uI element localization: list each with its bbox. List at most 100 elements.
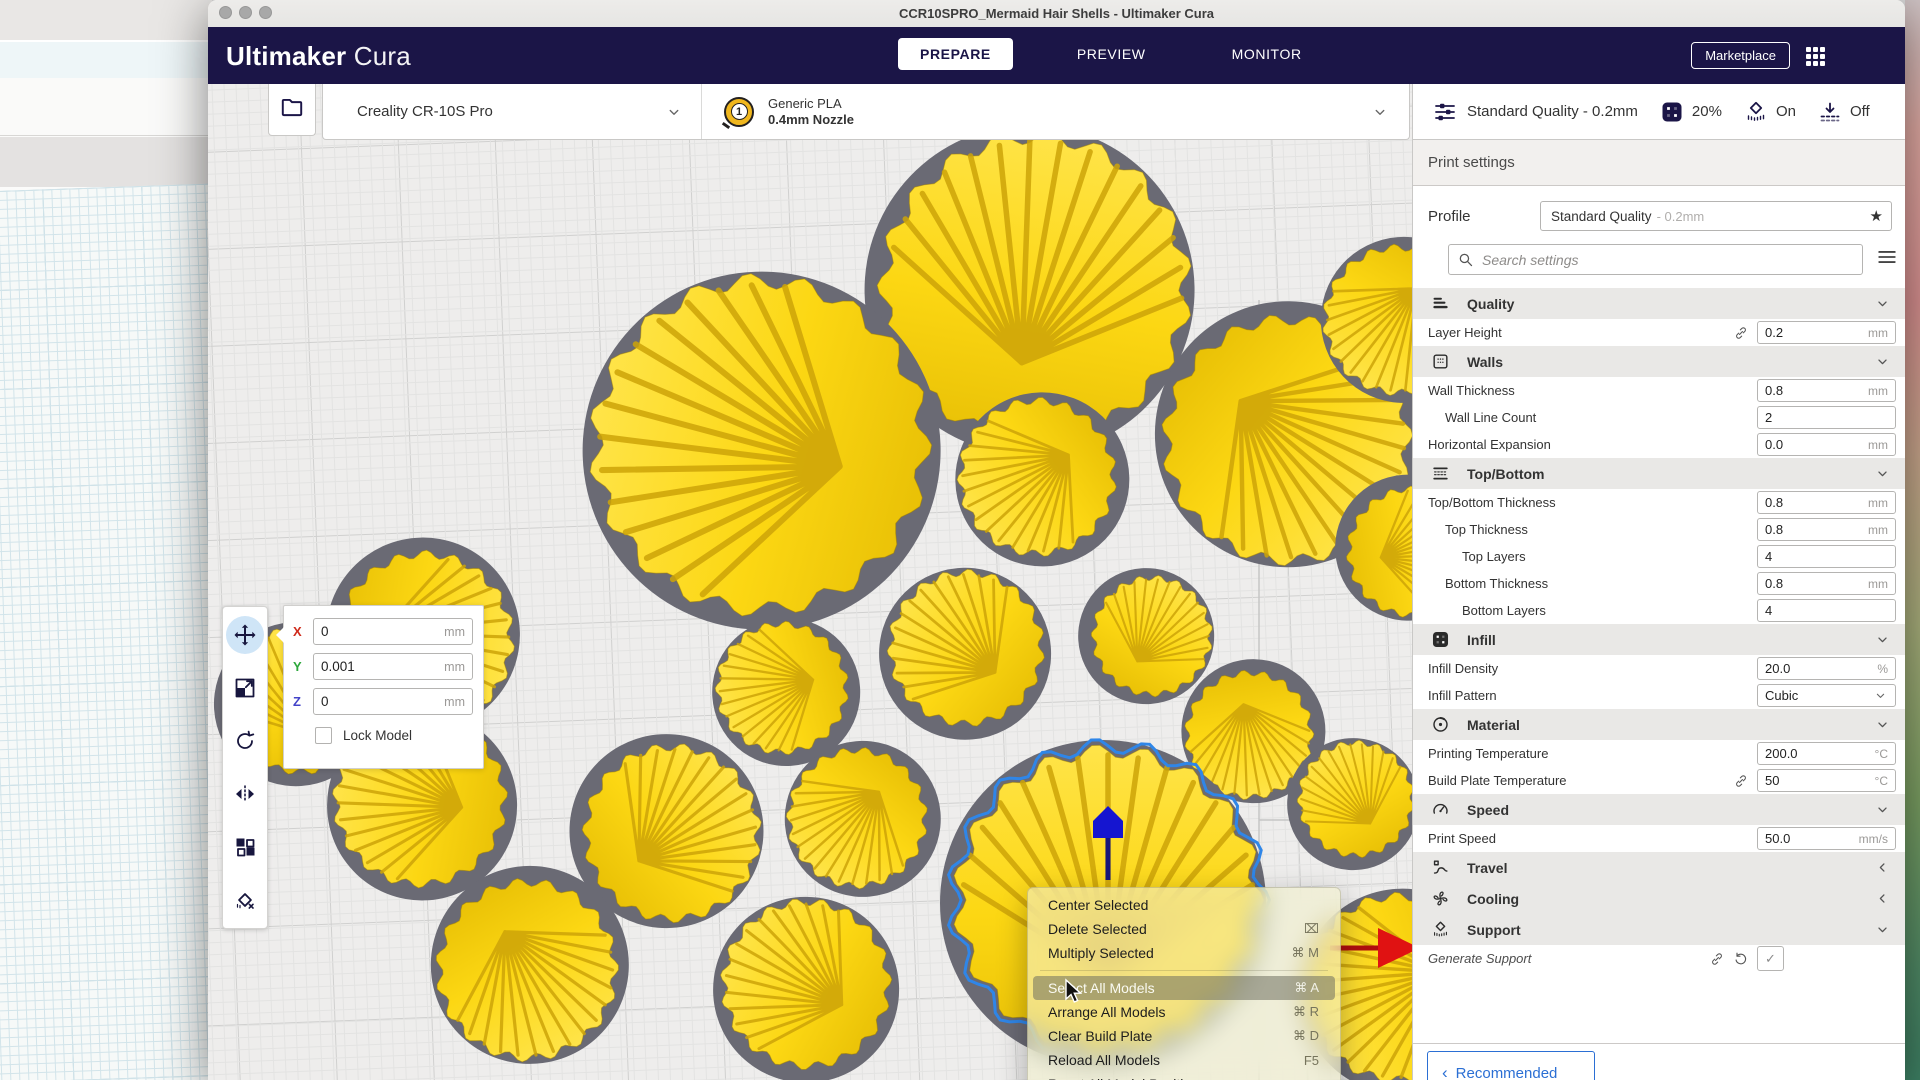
walls-icon (1431, 352, 1455, 371)
marketplace-button[interactable]: Marketplace (1691, 42, 1790, 69)
profile-suffix: - 0.2mm (1657, 209, 1870, 224)
menu-item-reset-all-model-positions[interactable]: Reset All Model Positions (1033, 1072, 1335, 1080)
scale-tool-button[interactable] (226, 669, 264, 707)
value-field[interactable]: 0.8mm (1757, 491, 1896, 514)
value-field[interactable]: 0.2mm (1757, 321, 1896, 344)
section-header-infill[interactable]: Infill (1413, 624, 1905, 655)
background-window-band2 (0, 137, 212, 187)
menu-item-center-selected[interactable]: Center Selected (1033, 893, 1335, 917)
rotate-tool-button[interactable] (226, 722, 264, 760)
tab-monitor[interactable]: MONITOR (1210, 38, 1324, 70)
section-header-travel[interactable]: Travel (1413, 852, 1905, 883)
value-field[interactable]: 2 (1757, 406, 1896, 429)
x-input-box[interactable]: mm (313, 618, 473, 645)
checkbox-checked[interactable]: ✓ (1757, 946, 1784, 971)
menu-item-reload-all-models[interactable]: Reload All ModelsF5 (1033, 1048, 1335, 1072)
y-input-box[interactable]: mm (313, 653, 473, 680)
link-icon[interactable] (1709, 951, 1725, 967)
window-titlebar[interactable]: CCR10SPRO_Mermaid Hair Shells - Ultimake… (208, 0, 1905, 27)
sliders-icon (1433, 100, 1457, 124)
adhesion-icon (1744, 100, 1768, 124)
settings-menu-icon[interactable] (1876, 246, 1898, 273)
z-input-box[interactable]: mm (313, 688, 473, 715)
star-icon[interactable]: ★ (1870, 207, 1883, 225)
y-input[interactable] (321, 659, 421, 674)
setting-row-wall-thickness: Wall Thickness0.8mm (1413, 377, 1905, 404)
open-file-button[interactable] (268, 84, 316, 136)
summary-adhesion: On (1776, 103, 1796, 120)
infill-icon (1431, 630, 1455, 649)
value-field[interactable]: 20.0% (1757, 657, 1896, 680)
x-unit: mm (444, 625, 465, 639)
value-field[interactable]: 4 (1757, 599, 1896, 622)
chevron-left-icon (1874, 859, 1891, 876)
logo-bold: Ultimaker (226, 41, 346, 71)
section-header-speed[interactable]: Speed (1413, 794, 1905, 825)
printer-selector[interactable]: Creality CR-10S Pro (323, 84, 701, 139)
setting-row-top-layers: Top Layers4 (1413, 543, 1905, 570)
y-label: Y (293, 659, 313, 674)
tab-preview[interactable]: PREVIEW (1055, 38, 1168, 70)
infill-icon (1660, 100, 1684, 124)
speed-icon (1431, 800, 1455, 819)
value-field[interactable]: 50.0mm/s (1757, 827, 1896, 850)
background-window-band (0, 78, 212, 136)
section-header-material[interactable]: Material (1413, 709, 1905, 740)
menu-item-clear-build-plate[interactable]: Clear Build Plate⌘ D (1033, 1024, 1335, 1048)
material-selector[interactable]: 1 Generic PLA 0.4mm Nozzle (701, 84, 1409, 139)
panel-footer: ‹Recommended (1413, 1043, 1905, 1080)
dropdown-infill-pattern[interactable]: Cubic (1757, 684, 1896, 707)
value-field[interactable]: 0.8mm (1757, 518, 1896, 541)
apps-grid-icon[interactable] (1803, 44, 1827, 73)
folder-icon (279, 94, 305, 125)
x-axis-row: X mm (293, 618, 473, 645)
support-icon (1431, 920, 1455, 939)
value-field[interactable]: 4 (1757, 545, 1896, 568)
print-setup-summary[interactable]: Standard Quality - 0.2mm 20% On Off (1413, 84, 1905, 140)
value-field[interactable]: 0.8mm (1757, 572, 1896, 595)
logo-light: Cura (354, 41, 411, 71)
summary-support: Off (1850, 103, 1870, 120)
x-label: X (293, 624, 313, 639)
z-axis-row: Z mm (293, 688, 473, 715)
lock-model-row: Lock Model (315, 727, 473, 744)
search-input[interactable] (1482, 252, 1854, 268)
setting-row-top-thickness: Top Thickness0.8mm (1413, 516, 1905, 543)
chevron-down-icon (665, 103, 683, 121)
section-header-walls[interactable]: Walls (1413, 346, 1905, 377)
section-header-top-bottom[interactable]: Top/Bottom (1413, 458, 1905, 489)
mirror-tool-button[interactable] (226, 775, 264, 813)
configuration-bar: Creality CR-10S Pro 1 Generic PLA 0.4mm … (322, 84, 1410, 140)
mouse-cursor (1063, 978, 1089, 1006)
link-icon[interactable] (1733, 325, 1749, 341)
app-logo: Ultimaker Cura (226, 41, 411, 72)
recommended-button[interactable]: ‹Recommended (1427, 1051, 1595, 1080)
material-info: Generic PLA 0.4mm Nozzle (768, 96, 1371, 127)
lock-model-checkbox[interactable] (315, 727, 332, 744)
quality-icon (1431, 294, 1455, 313)
profile-row: Profile Standard Quality - 0.2mm ★ (1428, 201, 1905, 231)
y-unit: mm (444, 660, 465, 674)
value-field[interactable]: 0.8mm (1757, 379, 1896, 402)
profile-dropdown[interactable]: Standard Quality - 0.2mm ★ (1540, 201, 1892, 231)
search-box[interactable] (1448, 244, 1863, 275)
value-field[interactable]: 0.0mm (1757, 433, 1896, 456)
z-input[interactable] (321, 694, 421, 709)
move-tool-button[interactable] (226, 616, 264, 654)
section-header-support[interactable]: Support (1413, 914, 1905, 945)
background-window (0, 0, 212, 1080)
per-model-settings-tool-button[interactable] (226, 828, 264, 866)
extruder-number: 1 (731, 103, 748, 120)
chevron-down-icon (1874, 716, 1891, 733)
section-header-cooling[interactable]: Cooling (1413, 883, 1905, 914)
section-header-quality[interactable]: Quality (1413, 288, 1905, 319)
value-field[interactable]: 200.0°C (1757, 742, 1896, 765)
x-input[interactable] (321, 624, 421, 639)
support-blocker-tool-button[interactable] (226, 881, 264, 919)
link-icon[interactable] (1733, 773, 1749, 789)
menu-item-multiply-selected[interactable]: Multiply Selected⌘ M (1033, 941, 1335, 965)
reset-icon[interactable] (1733, 951, 1749, 967)
value-field[interactable]: 50°C (1757, 769, 1896, 792)
menu-item-delete-selected[interactable]: Delete Selected⌧ (1033, 917, 1335, 941)
tab-prepare[interactable]: PREPARE (898, 38, 1013, 70)
